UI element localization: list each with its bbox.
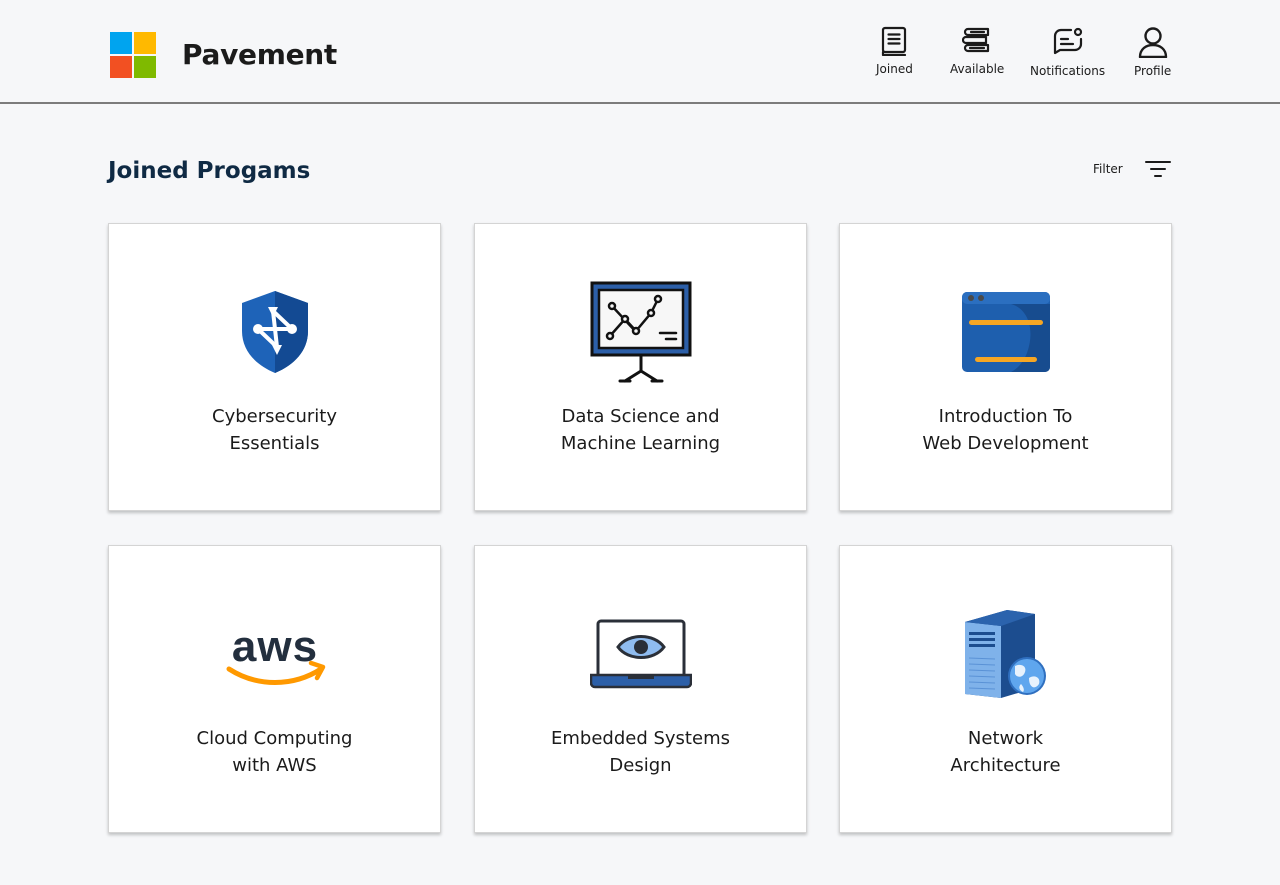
card-icon-wrap: [840, 280, 1171, 384]
program-title: Network Architecture: [860, 725, 1151, 779]
program-title-line1: Embedded Systems: [551, 728, 730, 749]
books-stack-icon: [962, 27, 990, 53]
laptop-eye-icon: [589, 619, 692, 689]
nav-label-profile: Profile: [1134, 64, 1172, 78]
program-card-web-development[interactable]: Introduction To Web Development: [839, 223, 1172, 511]
server-globe-icon: [964, 610, 1046, 698]
book-icon: [882, 26, 907, 56]
app-header: Pavement Joined Available Notifications: [0, 0, 1280, 104]
nav-label-joined: Joined: [876, 62, 913, 76]
nav-available[interactable]: Available: [950, 26, 1004, 76]
program-title-line2: Essentials: [229, 433, 320, 454]
program-title-line2: with AWS: [232, 755, 317, 776]
message-notification-icon: [1053, 27, 1082, 55]
program-title-line1: Network: [967, 728, 1044, 749]
card-icon-wrap: aws: [109, 602, 440, 706]
app-name: Pavement: [182, 38, 337, 71]
card-icon-wrap: [840, 602, 1171, 706]
program-card-network-architecture[interactable]: Network Architecture: [839, 545, 1172, 833]
card-icon-wrap: [475, 602, 806, 706]
filter-button[interactable]: Filter: [1093, 160, 1171, 178]
aws-logo-text: aws: [231, 622, 317, 671]
program-title-line1: Introduction To: [938, 406, 1073, 427]
nav-joined[interactable]: Joined: [876, 26, 913, 76]
filter-icon: [1144, 161, 1171, 177]
logo-square-blue: [110, 32, 132, 54]
program-title: Data Science and Machine Learning: [495, 403, 786, 457]
shield-network-icon: [241, 291, 308, 373]
program-title-line2: Machine Learning: [560, 433, 721, 454]
card-icon-wrap: [109, 280, 440, 384]
program-title: Cloud Computing with AWS: [129, 725, 420, 779]
program-title-line1: Cloud Computing: [196, 728, 353, 749]
program-title-line2: Architecture: [950, 755, 1061, 776]
program-card-embedded-systems[interactable]: Embedded Systems Design: [474, 545, 807, 833]
nav-notifications[interactable]: Notifications: [1030, 26, 1105, 78]
logo-square-red: [110, 56, 132, 78]
program-title-line1: Cybersecurity: [212, 406, 337, 427]
nav-label-available: Available: [950, 62, 1005, 76]
app-logo[interactable]: [110, 32, 156, 78]
program-card-data-science[interactable]: Data Science and Machine Learning: [474, 223, 807, 511]
filter-label: Filter: [1093, 162, 1123, 176]
program-card-cybersecurity[interactable]: Cybersecurity Essentials: [108, 223, 441, 511]
program-title: Cybersecurity Essentials: [129, 403, 420, 457]
nav-profile[interactable]: Profile: [1134, 26, 1171, 78]
browser-window-icon: [961, 292, 1050, 372]
program-title-line2: Design: [609, 755, 672, 776]
logo-square-green: [134, 56, 156, 78]
program-card-cloud-aws[interactable]: aws Cloud Computing with AWS: [108, 545, 441, 833]
program-title: Embedded Systems Design: [495, 725, 786, 779]
nav-label-notifications: Notifications: [1030, 64, 1106, 78]
section-title: Joined Progams: [108, 158, 311, 184]
user-icon: [1138, 27, 1167, 58]
program-title-line1: Data Science and: [561, 406, 720, 427]
data-chart-board-icon: [590, 281, 691, 383]
card-icon-wrap: [475, 280, 806, 384]
program-title: Introduction To Web Development: [860, 403, 1151, 457]
logo-square-yellow: [134, 32, 156, 54]
aws-logo-icon: aws: [226, 622, 325, 685]
program-title-line2: Web Development: [922, 433, 1089, 454]
